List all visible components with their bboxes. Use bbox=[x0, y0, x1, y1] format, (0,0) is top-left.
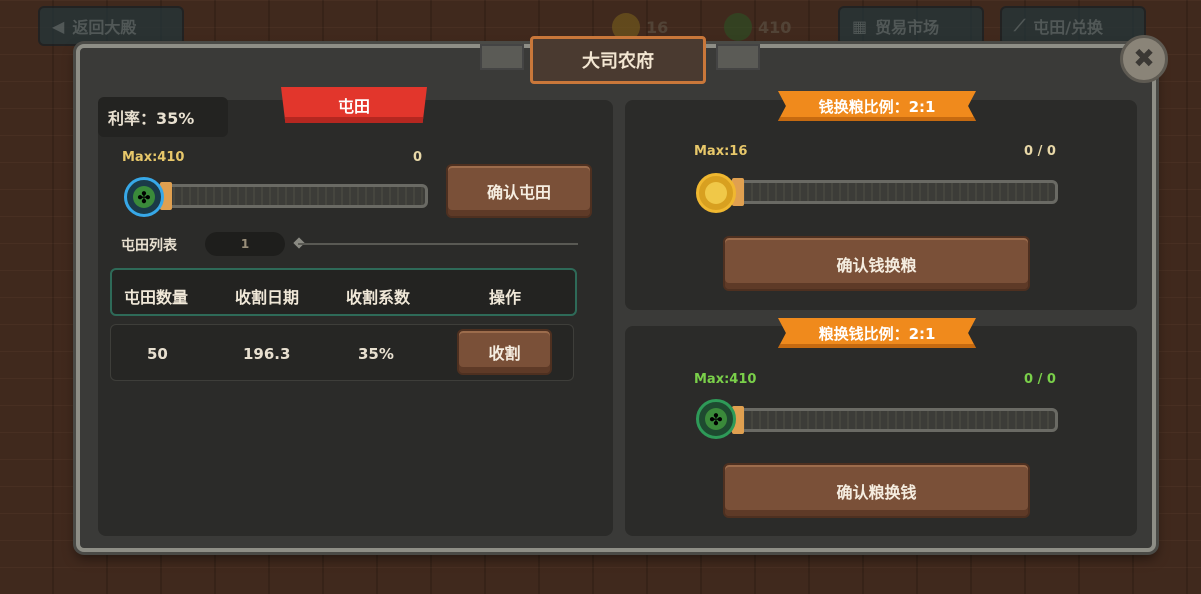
tab-tuntian[interactable]: 屯田 bbox=[281, 87, 427, 123]
grain-slider-track[interactable] bbox=[718, 408, 1058, 432]
table-header: 屯田数量 收割日期 收割系数 操作 bbox=[110, 268, 577, 316]
coin-max-label: Max:16 bbox=[694, 144, 748, 159]
rate-display: 利率：35% bbox=[98, 97, 228, 137]
clover-icon: ✤ bbox=[705, 408, 727, 430]
list-page-indicator[interactable]: 1 bbox=[205, 232, 285, 256]
farm-slider-knob[interactable]: ✤ bbox=[124, 177, 164, 217]
grain-slider-knob[interactable]: ✤ bbox=[696, 399, 736, 439]
farm-max-label: Max:410 bbox=[122, 150, 185, 165]
coin-slider-knob[interactable] bbox=[696, 173, 736, 213]
column-header: 收割系数 bbox=[346, 288, 411, 307]
grain-value: 0 / 0 bbox=[1024, 372, 1056, 387]
row-factor: 35% bbox=[358, 345, 394, 363]
confirm-tuntian-button[interactable]: 确认屯田 bbox=[446, 164, 592, 218]
list-divider bbox=[298, 243, 578, 245]
clover-icon: ✤ bbox=[133, 186, 155, 208]
coin-to-grain-ratio: 钱换粮比例：2:1 bbox=[778, 91, 976, 121]
confirm-coin-to-grain-button[interactable]: 确认钱换粮 bbox=[723, 236, 1030, 291]
confirm-grain-to-coin-button[interactable]: 确认粮换钱 bbox=[723, 463, 1030, 518]
close-button[interactable]: ✖ bbox=[1120, 35, 1168, 83]
column-header: 操作 bbox=[489, 288, 522, 307]
column-header: 屯田数量 bbox=[124, 288, 189, 307]
farm-slider-track[interactable] bbox=[148, 184, 428, 208]
coin-slider-track[interactable] bbox=[718, 180, 1058, 204]
dialog-title: 大司农府 bbox=[530, 36, 706, 84]
harvest-button[interactable]: 收割 bbox=[457, 329, 552, 375]
column-header: 收割日期 bbox=[235, 288, 300, 307]
coin-value: 0 / 0 bbox=[1024, 144, 1056, 159]
grain-to-coin-ratio: 粮换钱比例：2:1 bbox=[778, 318, 976, 348]
farm-value: 0 bbox=[413, 150, 423, 165]
grain-max-label: Max:410 bbox=[694, 372, 757, 387]
tuntian-list-label: 屯田列表 bbox=[121, 238, 177, 254]
row-date: 196.3 bbox=[243, 345, 291, 363]
coin-icon bbox=[705, 182, 727, 204]
title-wing-right bbox=[716, 44, 760, 70]
close-icon: ✖ bbox=[1133, 44, 1155, 74]
title-wing-left bbox=[480, 44, 524, 70]
row-quantity: 50 bbox=[147, 345, 168, 363]
